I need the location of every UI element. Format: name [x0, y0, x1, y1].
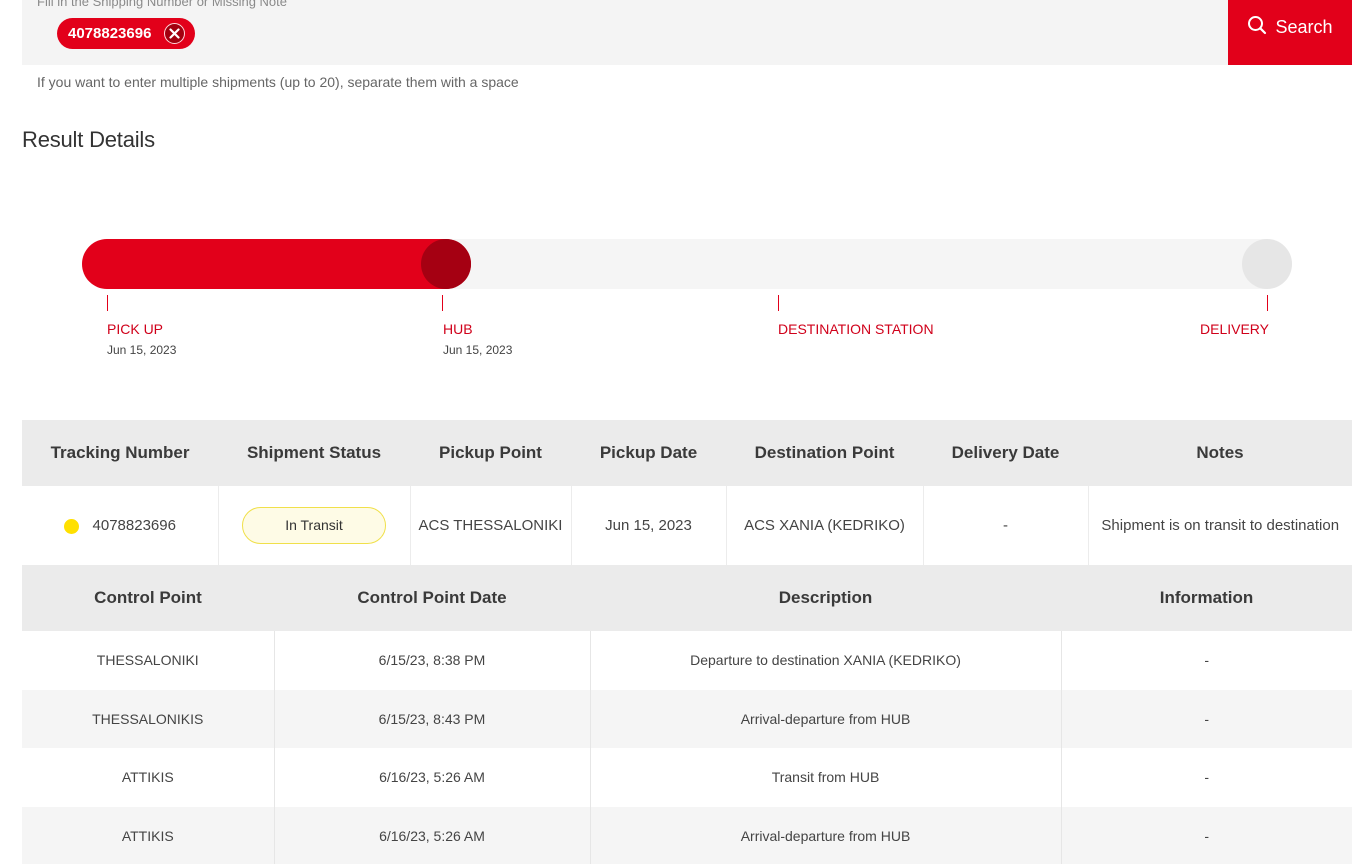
header-tracking-number: Tracking Number [22, 420, 218, 486]
page: Fill in the Shipping Number or Missing N… [0, 0, 1369, 864]
status-badge: In Transit [242, 507, 386, 544]
header-control-point-date: Control Point Date [274, 565, 590, 631]
header-information: Information [1061, 565, 1352, 631]
header-shipment-status: Shipment Status [218, 420, 410, 486]
control-information: - [1061, 689, 1352, 748]
header-pickup-point: Pickup Point [410, 420, 571, 486]
shipment-status-cell: In Transit [218, 486, 411, 565]
search-button[interactable]: Search [1228, 0, 1352, 65]
progress-fill [82, 239, 471, 289]
shipment-summary-table: Tracking Number Shipment Status Pickup P… [22, 420, 1352, 565]
result-details-title: Result Details [22, 127, 155, 152]
tracking-number: 4078823696 [92, 517, 176, 534]
step-tick-pickup [107, 295, 108, 311]
tracking-number-cell: 4078823696 [22, 486, 219, 565]
control-points-table: Control Point Control Point Date Descrip… [22, 565, 1352, 864]
header-control-point: Control Point [22, 565, 274, 631]
pickup-date: Jun 15, 2023 [571, 486, 727, 565]
step-tick-hub [442, 295, 443, 311]
control-description: Departure to destination XANIA (KEDRIKO) [590, 631, 1062, 690]
control-information: - [1061, 806, 1352, 864]
table-row: ATTIKIS 6/16/23, 5:26 AM Arrival-departu… [22, 806, 1352, 864]
step-tick-delivery [1267, 295, 1268, 311]
control-point: ATTIKIS [22, 748, 275, 807]
step-date-pickup: Jun 15, 2023 [107, 343, 177, 357]
destination-point-link[interactable]: ACS XANIA (KEDRIKO) [726, 486, 924, 565]
control-information: - [1061, 748, 1352, 807]
step-label-hub: HUB [443, 321, 473, 337]
step-label-delivery: DELIVERY [1200, 321, 1269, 337]
header-pickup-date: Pickup Date [571, 420, 726, 486]
step-label-pickup: PICK UP [107, 321, 164, 337]
control-point-link[interactable]: THESSALONIKI [22, 631, 275, 690]
control-point-date: 6/15/23, 8:38 PM [274, 631, 591, 690]
table-row: THESSALONIKIS 6/15/23, 8:43 PM Arrival-d… [22, 689, 1352, 748]
control-header-row: Control Point Control Point Date Descrip… [22, 565, 1352, 631]
table-row: THESSALONIKI 6/15/23, 8:38 PM Departure … [22, 631, 1352, 690]
summary-header-row: Tracking Number Shipment Status Pickup P… [22, 420, 1352, 486]
control-point-date: 6/15/23, 8:43 PM [274, 689, 591, 748]
control-point: THESSALONIKIS [22, 689, 275, 748]
delivery-date: - [923, 486, 1089, 565]
control-description: Arrival-departure from HUB [590, 806, 1062, 864]
notes: Shipment is on transit to destination [1088, 486, 1352, 565]
control-point: ATTIKIS [22, 806, 275, 864]
status-dot-icon [63, 518, 79, 534]
header-notes: Notes [1088, 420, 1352, 486]
table-row: 4078823696 In Transit ACS THESSALONIKI J… [22, 486, 1352, 565]
control-information: - [1061, 631, 1352, 690]
shipment-chip[interactable]: 4078823696 [57, 18, 195, 49]
header-destination-point: Destination Point [726, 420, 923, 486]
search-button-label: Search [1275, 17, 1333, 37]
progress-end-marker [1242, 239, 1292, 289]
step-label-destination: DESTINATION STATION [778, 321, 934, 337]
search-placeholder: Fill in the Shipping Number or Missing N… [37, 0, 287, 9]
close-icon[interactable] [164, 23, 185, 44]
search-icon [1247, 15, 1267, 40]
search-bar[interactable]: Fill in the Shipping Number or Missing N… [22, 0, 1352, 65]
progress-current-marker [421, 239, 471, 289]
shipment-chip-value: 4078823696 [68, 25, 152, 42]
step-date-hub: Jun 15, 2023 [443, 343, 513, 357]
search-hint: If you want to enter multiple shipments … [37, 74, 519, 90]
pickup-point-link[interactable]: ACS THESSALONIKI [410, 486, 572, 565]
control-description: Transit from HUB [590, 748, 1062, 807]
control-description: Arrival-departure from HUB [590, 689, 1062, 748]
table-row: ATTIKIS 6/16/23, 5:26 AM Transit from HU… [22, 748, 1352, 807]
control-point-date: 6/16/23, 5:26 AM [274, 748, 591, 807]
header-description: Description [590, 565, 1061, 631]
header-delivery-date: Delivery Date [923, 420, 1088, 486]
control-point-date: 6/16/23, 5:26 AM [274, 806, 591, 864]
step-tick-destination [778, 295, 779, 311]
